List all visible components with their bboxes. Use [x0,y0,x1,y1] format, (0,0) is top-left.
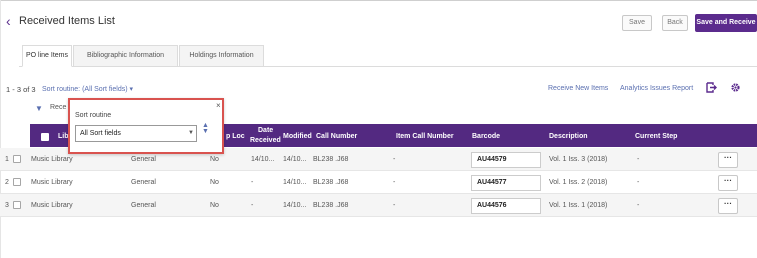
cell-item-call-number: - [393,179,396,186]
row-actions-button[interactable]: ··· [718,152,738,168]
gear-icon[interactable] [730,82,741,96]
column-call-number[interactable]: Call Number [316,133,357,140]
column-description[interactable]: Description [549,133,588,140]
cell-item-call-number: - [393,202,396,209]
cell-location: General [131,156,156,163]
tab-bibliographic-information[interactable]: Bibliographic Information [73,45,178,67]
page-title: Received Items List [19,15,115,27]
row-checkbox[interactable] [13,178,21,186]
row-actions-button[interactable]: ··· [718,198,738,214]
analytics-issues-report-link[interactable]: Analytics Issues Report [620,85,693,92]
cell-description: Vol. 1 Iss. 3 (2018) [549,156,608,163]
cell-modified: 14/10... [283,202,307,209]
row-checkbox[interactable] [13,201,21,209]
select-all-checkbox[interactable] [41,133,49,141]
barcode-input[interactable]: AU44579 [471,152,541,168]
sort-routine-select[interactable]: All Sort fields ▼ [75,125,197,142]
cell-received: 14/10... [251,156,275,163]
cell-current-step: - [637,156,640,163]
column-date-received-line1[interactable]: Date [258,127,273,134]
cell-location: General [131,179,156,186]
cell-item-call-number: - [393,156,396,163]
save-and-receive-button[interactable]: Save and Receive [695,14,757,32]
result-count: 1 - 3 of 3 [6,85,36,94]
tab-po-line-items[interactable]: PO line Items [22,45,72,67]
table-row[interactable]: 2 Music Library General No - 14/10... BL… [0,171,757,194]
column-current-step[interactable]: Current Step [635,133,677,140]
tab-holdings-information[interactable]: Holdings Information [179,45,264,67]
row-number: 1 [5,156,9,163]
column-library[interactable]: Lib [58,133,69,140]
back-button[interactable]: Back [662,15,688,31]
filter-icon[interactable]: ▼ [35,104,43,113]
sort-routine-value: All Sort fields [80,130,121,137]
sort-direction-icon[interactable]: ▲ ▼ [202,122,209,135]
left-edge [0,0,1,258]
caret-down-icon[interactable]: ▼ [188,126,194,141]
close-icon[interactable]: × [216,101,221,110]
cell-loc: No [210,202,219,209]
cell-received: - [251,179,254,186]
table-row[interactable]: 3 Music Library General No - 14/10... BL… [0,194,757,217]
cell-modified: 14/10... [283,179,307,186]
row-number: 2 [5,179,9,186]
cell-current-step: - [637,179,640,186]
receive-new-items-link[interactable]: Receive New Items [548,85,608,92]
column-loc[interactable]: p Loc [226,133,245,140]
row-checkbox[interactable] [13,155,21,163]
save-button[interactable]: Save [622,15,652,31]
chevron-left-icon[interactable]: ‹ [6,14,11,28]
barcode-input[interactable]: AU44576 [471,198,541,214]
sort-routine-link[interactable]: Sort routine: (All Sort fields) ▾ [42,85,133,93]
cell-modified: 14/10... [283,156,307,163]
filter-label: Rece [50,104,67,111]
cell-loc: No [210,156,219,163]
cell-library: Music Library [31,179,73,186]
cell-library: Music Library [31,202,73,209]
cell-call-number: BL238 .J68 [313,202,349,209]
barcode-input[interactable]: AU44577 [471,175,541,191]
cell-call-number: BL238 .J68 [313,179,349,186]
cell-library: Music Library [31,156,73,163]
row-actions-button[interactable]: ··· [718,175,738,191]
column-date-received-line2[interactable]: Received [250,137,281,144]
cell-call-number: BL238 .J68 [313,156,349,163]
sort-routine-popup: × Sort routine All Sort fields ▼ ▲ ▼ [68,98,224,154]
row-number: 3 [5,202,9,209]
cell-received: - [251,202,254,209]
column-modified[interactable]: Modified [283,133,312,140]
column-item-call-number[interactable]: Item Call Number [396,133,454,140]
column-barcode[interactable]: Barcode [472,133,500,140]
cell-current-step: - [637,202,640,209]
cell-loc: No [210,179,219,186]
sort-routine-label: Sort routine [75,112,112,119]
export-icon[interactable] [706,82,717,96]
cell-description: Vol. 1 Iss. 1 (2018) [549,202,608,209]
cell-location: General [131,202,156,209]
cell-description: Vol. 1 Iss. 2 (2018) [549,179,608,186]
top-border [0,0,757,1]
